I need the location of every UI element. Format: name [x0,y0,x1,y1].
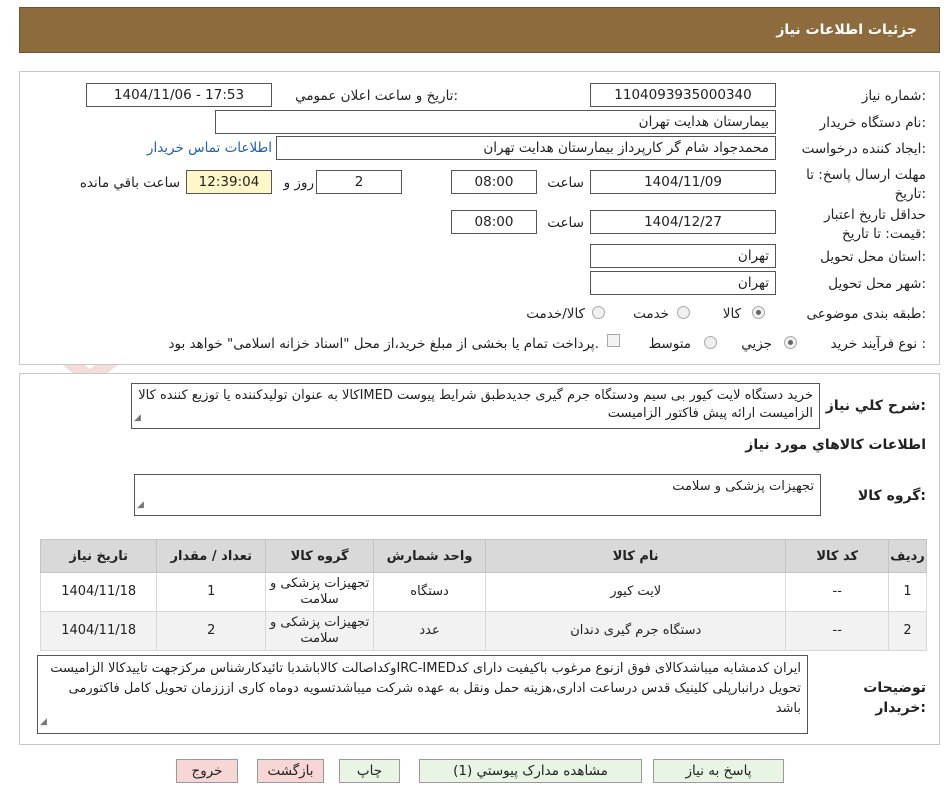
process-type-label: نوع فرآیند خرید : [830,336,926,352]
row-group: تجهیزات پزشکی و سلامت [265,611,375,651]
price-validity-label-line2: قیمت: تا تاریخ: [841,226,926,242]
row-index: 1 [888,572,927,612]
price-validity-date-field: 1404/12/27 [590,210,776,234]
resize-handle-icon[interactable]: ◢ [40,712,47,732]
row-group-line1: تجهیزات پزشکی و [270,615,370,630]
row-qty: 1 [156,572,267,612]
announce-date-label: تاریخ و ساعت اعلان عمومي: [295,88,458,104]
description-text: خرید دستگاه لایت کیور بی سیم ودستگاه جرم… [131,383,820,429]
treasury-payment-note: پرداخت تمام یا بخشی از مبلغ خرید،از محل … [168,336,599,352]
row-unit: دستگاه [373,572,487,612]
price-validity-time-field: 08:00 [451,210,537,234]
page-header: جزئیات اطلاعات نیاز [19,7,940,53]
process-radio-minor[interactable] [784,336,797,349]
price-validity-time-label: ساعت [547,215,584,231]
col-item-group: گروه کالا [265,539,375,573]
col-row-number: ردیف [888,539,927,573]
row-index: 2 [888,611,927,651]
category-radio-service[interactable] [677,306,690,319]
goods-group-value: تجهیزات پزشکی و سلامت [672,479,814,494]
buyer-notes-label-line2: خریدار: [875,700,926,716]
goods-group-field: تجهیزات پزشکی و سلامت ◢ [134,474,821,516]
category-radio-goods-service[interactable] [592,306,605,319]
category-option-service: خدمت [633,306,669,322]
treasury-docs-checkbox[interactable] [607,334,620,347]
remaining-time-label: ساعت باقي مانده [79,175,180,191]
deadline-label-line1: مهلت ارسال پاسخ: تا [806,167,926,183]
deadline-label: مهلت ارسال پاسخ: تا تاریخ: [806,166,926,204]
process-option-minor: جزیي [741,336,772,352]
process-option-medium: متوسط [648,336,691,352]
requester-field: محمدجواد شام گر کارپرداز بیمارستان هدایت… [276,136,776,160]
goods-table: ردیف کد کالا نام کالا واحد شمارش گروه کا… [39,539,927,651]
city-label: شهر محل تحویل: [828,276,926,292]
description-text-value: خرید دستگاه لایت کیور بی سیم ودستگاه جرم… [138,388,813,421]
days-label: روز و [283,175,314,191]
deadline-label-line2: تاریخ: [894,186,926,202]
view-attachments-button[interactable]: مشاهده مدارک پیوستي (1) [419,759,642,783]
table-row: 1 -- لایت کیور دستگاه تجهیزات پزشکی و سل… [39,572,927,612]
back-button[interactable]: بازگشت [257,759,324,783]
buyer-org-label: نام دستگاه خریدار: [819,115,926,131]
buyer-org-field: بیمارستان هدایت تهران [215,110,776,134]
reply-button[interactable]: پاسخ به نیاز [653,759,784,783]
row-qty: 2 [156,611,267,651]
row-name: لایت کیور [485,572,787,612]
row-group-line2: سلامت [300,592,339,607]
resize-handle-icon[interactable]: ◢ [134,409,141,427]
price-validity-label-line1: حداقل تاریخ اعتبار [824,207,926,223]
province-label: استان محل تحویل: [820,249,926,265]
category-option-goods: کالا [722,306,741,322]
goods-table-header: ردیف کد کالا نام کالا واحد شمارش گروه کا… [39,539,927,573]
row-name: دستگاه جرم گیری دندان [485,611,787,651]
col-need-date: تاریخ نیاز [39,539,158,573]
row-code: -- [785,572,890,612]
deadline-time-field: 08:00 [451,170,537,194]
row-date: 1404/11/18 [39,611,158,651]
col-item-code: کد کالا [785,539,890,573]
print-button[interactable]: چاپ [339,759,400,783]
col-unit: واحد شمارش [373,539,487,573]
deadline-time-label: ساعت [547,175,584,191]
need-number-field: 1104093935000340 [590,83,776,107]
requester-label: ایجاد کننده درخواست: [801,141,926,157]
days-field: 2 [316,170,402,194]
row-unit: عدد [373,611,487,651]
goods-group-label: گروه کالا: [857,488,926,504]
buyer-notes-label-line1: توضیحات [863,680,926,696]
row-group-line1: تجهیزات پزشکی و [270,576,370,591]
city-field: تهران [590,271,776,295]
buyer-notes-value: ایران کدمشابه میباشدکالای فوق ازنوع مرغو… [50,661,801,716]
row-group-line2: سلامت [300,631,339,646]
row-date: 1404/11/18 [39,572,158,612]
row-group: تجهیزات پزشکی و سلامت [265,572,375,612]
buyer-notes-text: ایران کدمشابه میباشدکالای فوق ازنوع مرغو… [37,655,808,734]
announce-date-field: 1404/11/06 - 17:53 [86,83,272,107]
col-item-name: نام کالا [485,539,787,573]
row-code: -- [785,611,890,651]
deadline-date-field: 1404/11/09 [590,170,776,194]
goods-section-title: اطلاعات کالاهاي مورد نیاز [745,437,926,453]
category-radio-goods[interactable] [752,306,765,319]
category-label: طبقه بندی موضوعی: [806,306,926,322]
price-validity-label: حداقل تاریخ اعتبار قیمت: تا تاریخ: [824,206,926,244]
resize-handle-icon[interactable]: ◢ [137,496,144,514]
buyer-notes-label: توضیحات خریدار: [863,678,926,718]
need-number-label: شماره نیاز: [861,88,926,104]
process-radio-medium[interactable] [704,336,717,349]
page-title: جزئیات اطلاعات نیاز [776,22,917,38]
category-option-goods-service: کالا/خدمت [526,306,585,322]
province-field: تهران [590,244,776,268]
table-row: 2 -- دستگاه جرم گیری دندان عدد تجهیزات پ… [39,611,927,651]
remaining-time-field: 12:39:04 [186,170,272,194]
buyer-contact-link[interactable]: اطلاعات تماس خریدار [147,140,272,156]
col-quantity: تعداد / مقدار [156,539,267,573]
exit-button[interactable]: خروج [176,759,238,783]
description-label: شرح کلي نیاز: [825,398,926,414]
